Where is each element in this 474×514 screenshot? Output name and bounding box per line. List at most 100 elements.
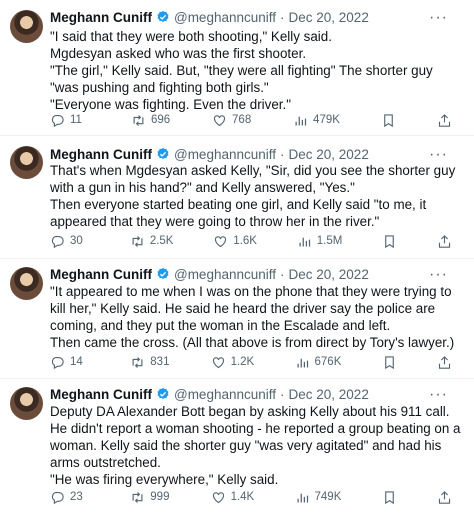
- views-button[interactable]: 1.5M: [297, 234, 343, 249]
- share-button[interactable]: [437, 113, 452, 128]
- share-icon: [438, 490, 450, 504]
- reply-count: 23: [70, 491, 83, 503]
- tweet-header: Meghann Cuniff @meghanncuniff · Dec 20, …: [50, 385, 369, 403]
- reply-icon: [51, 491, 64, 504]
- tweet-date[interactable]: Dec 20, 2022: [289, 267, 369, 282]
- like-count: 1.4K: [230, 491, 255, 503]
- retweet-icon: [132, 235, 143, 247]
- author-name[interactable]: Meghann Cuniff: [50, 147, 152, 162]
- tweet[interactable]: Meghann Cuniff @meghanncuniff · Dec 20, …: [0, 259, 474, 379]
- reply-button[interactable]: 11: [50, 113, 90, 128]
- bookmark-icon: [384, 490, 394, 504]
- bookmark-icon: [385, 234, 394, 248]
- retweet-count: 696: [151, 114, 171, 126]
- retweet-button[interactable]: 2.5K: [130, 234, 174, 249]
- tweet-line: Then came the cross. (All that above is …: [50, 335, 455, 350]
- tweet-thread: Meghann Cuniff @meghanncuniff · Dec 20, …: [0, 0, 474, 514]
- more-icon[interactable]: ···: [429, 267, 448, 283]
- retweet-button[interactable]: 999: [130, 490, 170, 505]
- views-icon: [299, 237, 310, 246]
- views-count: 479K: [313, 114, 340, 126]
- more-icon[interactable]: ···: [429, 10, 448, 26]
- tweet-header: Meghann Cuniff @meghanncuniff · Dec 20, …: [50, 265, 369, 283]
- share-button[interactable]: [437, 490, 452, 505]
- more-icon[interactable]: ···: [429, 147, 448, 163]
- author-handle[interactable]: @meghanncuniff: [174, 147, 276, 162]
- bookmark-button[interactable]: [381, 113, 396, 128]
- avatar[interactable]: [10, 267, 43, 300]
- like-icon: [215, 235, 227, 247]
- tweet[interactable]: Meghann Cuniff @meghanncuniff · Dec 20, …: [0, 136, 474, 259]
- author-handle[interactable]: @meghanncuniff: [174, 267, 276, 282]
- share-icon: [438, 355, 450, 369]
- tweet[interactable]: Meghann Cuniff @meghanncuniff · Dec 20, …: [0, 379, 474, 514]
- reply-button[interactable]: 30: [50, 234, 90, 249]
- like-icon: [212, 356, 224, 368]
- share-button[interactable]: [437, 234, 452, 249]
- views-icon: [295, 116, 307, 125]
- like-count: 768: [232, 114, 252, 126]
- tweet-line: Deputy DA Alexander Bott began by asking…: [50, 404, 461, 470]
- verified-badge-icon: [157, 267, 169, 280]
- tweet-date[interactable]: Dec 20, 2022: [289, 387, 369, 402]
- bookmark-icon: [384, 113, 393, 127]
- reply-button[interactable]: 23: [50, 490, 90, 505]
- like-button[interactable]: 768: [212, 113, 252, 128]
- bookmark-button[interactable]: [382, 234, 397, 249]
- reply-count: 14: [70, 356, 83, 368]
- retweet-button[interactable]: 696: [131, 113, 171, 128]
- like-count: 1.2K: [230, 356, 255, 368]
- like-count: 1.6K: [233, 235, 257, 247]
- bookmark-button[interactable]: [382, 490, 397, 505]
- more-icon[interactable]: ···: [429, 387, 448, 403]
- tweet-header: Meghann Cuniff @meghanncuniff · Dec 20, …: [50, 8, 369, 26]
- tweet-line: "He was firing everywhere," Kelly said.: [50, 472, 279, 487]
- author-name[interactable]: Meghann Cuniff: [50, 10, 152, 25]
- tweet-line: "I said that they were both shooting," K…: [50, 29, 332, 44]
- tweet-header: Meghann Cuniff @meghanncuniff · Dec 20, …: [50, 145, 369, 163]
- avatar[interactable]: [10, 146, 43, 179]
- separator-dot: ·: [280, 386, 285, 402]
- like-button[interactable]: 1.4K: [211, 490, 255, 505]
- retweet-icon: [132, 356, 143, 368]
- tweet-date[interactable]: Dec 20, 2022: [289, 147, 369, 162]
- views-button[interactable]: 749K: [295, 490, 342, 505]
- verified-badge-icon: [157, 10, 169, 23]
- share-icon: [438, 234, 451, 248]
- tweet-line: "The girl," Kelly said. But, "they were …: [50, 63, 433, 95]
- reply-icon: [51, 356, 64, 369]
- like-icon: [213, 114, 226, 126]
- views-button[interactable]: 479K: [293, 113, 340, 128]
- retweet-icon: [133, 114, 144, 126]
- retweet-count: 831: [150, 356, 170, 368]
- tweet-actions: 11 696 768 479K: [50, 111, 452, 129]
- views-button[interactable]: 676K: [295, 355, 341, 370]
- views-count: 749K: [314, 491, 342, 503]
- like-button[interactable]: 1.2K: [211, 355, 255, 370]
- share-button[interactable]: [437, 355, 452, 370]
- tweet-text: Deputy DA Alexander Bott began by asking…: [50, 403, 462, 488]
- separator-dot: ·: [280, 9, 285, 25]
- author-handle[interactable]: @meghanncuniff: [174, 387, 276, 402]
- share-icon: [438, 113, 450, 127]
- tweet-text: That's when Mgdesyan asked Kelly, "Sir, …: [50, 162, 462, 230]
- bookmark-icon: [384, 355, 394, 369]
- verified-badge-icon: [157, 147, 169, 160]
- author-handle[interactable]: @meghanncuniff: [174, 10, 276, 25]
- reply-count: 11: [70, 114, 82, 126]
- bookmark-button[interactable]: [382, 355, 397, 370]
- like-button[interactable]: 1.6K: [213, 234, 257, 249]
- tweet-date[interactable]: Dec 20, 2022: [289, 10, 369, 25]
- retweet-count: 2.5K: [149, 235, 174, 247]
- tweet-line: "It appeared to me when I was on the pho…: [50, 284, 452, 333]
- author-name[interactable]: Meghann Cuniff: [50, 267, 152, 282]
- retweet-button[interactable]: 831: [130, 355, 170, 370]
- avatar[interactable]: [10, 387, 43, 420]
- reply-icon: [51, 235, 64, 248]
- views-icon: [297, 493, 308, 502]
- author-name[interactable]: Meghann Cuniff: [50, 387, 152, 402]
- avatar[interactable]: [10, 10, 43, 43]
- views-count: 1.5M: [316, 235, 343, 247]
- reply-button[interactable]: 14: [50, 355, 90, 370]
- tweet[interactable]: Meghann Cuniff @meghanncuniff · Dec 20, …: [0, 0, 474, 136]
